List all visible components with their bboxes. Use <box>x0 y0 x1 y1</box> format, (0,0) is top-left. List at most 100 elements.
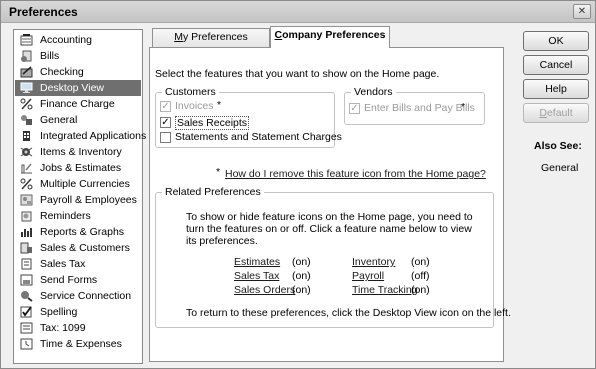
sidebar-item-sales-customers[interactable]: Sales & Customers <box>15 240 141 256</box>
general-icon <box>21 115 32 125</box>
help-asterisk: * <box>216 166 221 178</box>
sidebar-item-label: Jobs & Estimates <box>40 162 122 174</box>
remove-feature-icon-help-link[interactable]: How do I remove this feature icon from t… <box>225 168 486 180</box>
sidebar-item-tax-1099[interactable]: Tax: 1099 <box>15 320 141 336</box>
sidebar-item-label: Checking <box>40 66 84 78</box>
vendors-group: Vendors ✓ Enter Bills and Pay Bills * <box>344 86 485 125</box>
help-button[interactable]: Help <box>523 79 589 99</box>
payroll-link[interactable]: Payroll <box>352 270 384 282</box>
sidebar-item-jobs-estimates[interactable]: Jobs & Estimates <box>15 160 141 176</box>
vendors-group-title: Vendors <box>351 86 396 98</box>
preferences-window: Preferences ✕ Accounting Bills Checking … <box>0 0 596 369</box>
sales-tax-status: (on) <box>292 270 311 282</box>
sidebar-item-label: Bills <box>40 50 60 62</box>
sidebar-item-label: Accounting <box>40 34 92 46</box>
title-bar: Preferences ✕ <box>1 1 595 23</box>
sidebar-item-label: Integrated Applications <box>40 130 147 142</box>
jobs-icon <box>21 163 32 174</box>
inventory-status: (on) <box>411 256 430 268</box>
window-title: Preferences <box>9 5 78 19</box>
cancel-button[interactable]: Cancel <box>523 55 589 75</box>
sidebar-item-label: Service Connection <box>40 290 132 302</box>
sidebar-item-label: Desktop View <box>40 82 105 94</box>
related-description-line: To show or hide feature icons on the Hom… <box>186 211 473 223</box>
customers-group: Customers ✓ Invoices * ✓ Sales Receipts … <box>155 86 342 148</box>
sidebar-item-spelling[interactable]: Spelling <box>15 304 141 320</box>
sidebar-item-desktop-view[interactable]: Desktop View <box>15 80 141 96</box>
default-button[interactable]: Default <box>523 103 589 123</box>
related-preferences-group: Related Preferences To show or hide feat… <box>155 186 511 328</box>
customers-group-title: Customers <box>162 86 219 98</box>
time-tracking-status: (on) <box>411 284 430 296</box>
sidebar-item-payroll-employees[interactable]: Payroll & Employees <box>15 192 141 208</box>
sidebar-item-integrated-applications[interactable]: Integrated Applications <box>15 128 146 144</box>
sales-receipts-label: Sales Receipts <box>175 116 250 130</box>
sales-receipts-checkbox[interactable]: ✓ <box>160 117 171 128</box>
sidebar-item-finance-charge[interactable]: Finance Charge <box>15 96 141 112</box>
invoices-asterisk: * <box>217 99 222 111</box>
monitor-icon <box>20 82 33 93</box>
time-tracking-link[interactable]: Time Tracking <box>352 284 418 296</box>
estimates-link[interactable]: Estimates <box>234 256 280 268</box>
reminders-icon <box>21 211 32 222</box>
sidebar-item-label: Time & Expenses <box>40 338 122 350</box>
sidebar-item-reports-graphs[interactable]: Reports & Graphs <box>15 224 141 240</box>
also-see-general-link[interactable]: General <box>541 162 578 174</box>
ledger-icon <box>20 34 33 46</box>
enter-bills-label: Enter Bills and Pay Bills <box>364 102 475 114</box>
close-icon: ✕ <box>577 6 587 17</box>
preferences-category-list[interactable]: Accounting Bills Checking Desktop View F… <box>13 29 146 364</box>
sidebar-item-label: Reports & Graphs <box>40 226 125 238</box>
payroll-icon <box>20 194 33 206</box>
send-forms-icon <box>20 274 33 286</box>
sidebar-item-items-inventory[interactable]: Items & Inventory <box>15 144 141 160</box>
spelling-icon <box>20 306 32 318</box>
invoices-label: Invoices <box>175 100 214 112</box>
sidebar-item-label: Multiple Currencies <box>40 178 130 190</box>
tax-icon <box>20 322 33 334</box>
related-description-line: its preferences. <box>186 235 258 247</box>
sales-tax-link[interactable]: Sales Tax <box>234 270 279 282</box>
sidebar-item-label: Tax: 1099 <box>40 322 86 334</box>
related-footer-text: To return to these preferences, click th… <box>186 307 511 319</box>
sidebar-item-label: Sales Tax <box>40 258 86 270</box>
sidebar-item-label: Items & Inventory <box>40 146 122 158</box>
payroll-status: (off) <box>411 270 430 282</box>
items-icon <box>20 147 33 157</box>
bills-icon <box>21 50 32 62</box>
enter-bills-checkbox[interactable]: ✓ <box>349 103 360 114</box>
sidebar-item-bills[interactable]: Bills <box>15 48 141 64</box>
tab-my-preferences[interactable]: My Preferences <box>152 28 270 47</box>
sidebar-item-sales-tax[interactable]: Sales Tax <box>15 256 141 272</box>
estimates-status: (on) <box>292 256 311 268</box>
currency-icon <box>20 178 33 190</box>
sidebar-item-checking[interactable]: Checking <box>15 64 141 80</box>
reports-icon <box>21 228 32 237</box>
sales-orders-link[interactable]: Sales Orders <box>234 284 295 296</box>
sidebar-item-label: Spelling <box>40 306 78 318</box>
sales-orders-status: (on) <box>292 284 311 296</box>
inventory-link[interactable]: Inventory <box>352 256 395 268</box>
percent-icon <box>20 98 33 110</box>
sidebar-item-label: Sales & Customers <box>40 242 130 254</box>
enter-bills-asterisk: * <box>461 101 466 113</box>
connection-icon <box>21 291 33 302</box>
sidebar-item-multiple-currencies[interactable]: Multiple Currencies <box>15 176 141 192</box>
invoices-checkbox[interactable]: ✓ <box>160 101 171 112</box>
close-button[interactable]: ✕ <box>573 4 591 19</box>
building-icon <box>23 131 30 141</box>
sidebar-item-reminders[interactable]: Reminders <box>15 208 141 224</box>
sidebar-item-time-expenses[interactable]: Time & Expenses <box>15 336 141 352</box>
checkbook-icon <box>20 66 33 78</box>
related-description-line: turn the features on or off. Click a fea… <box>186 223 472 235</box>
tab-company-preferences[interactable]: Company Preferences <box>270 26 390 48</box>
sidebar-item-service-connection[interactable]: Service Connection <box>15 288 141 304</box>
sidebar-item-label: Finance Charge <box>40 98 115 110</box>
sidebar-item-send-forms[interactable]: Send Forms <box>15 272 141 288</box>
sidebar-item-general[interactable]: General <box>15 112 141 128</box>
statements-checkbox[interactable] <box>160 132 171 143</box>
ok-button[interactable]: OK <box>523 31 589 51</box>
sidebar-item-accounting[interactable]: Accounting <box>15 32 141 48</box>
also-see-title: Also See: <box>534 140 582 152</box>
sales-icon <box>20 242 32 254</box>
